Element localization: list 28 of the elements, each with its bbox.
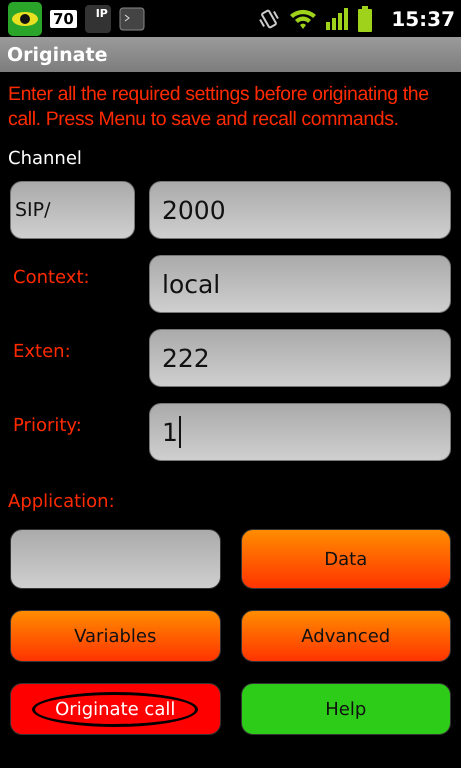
field-label: Exten: <box>12 340 72 362</box>
circled-label: Originate call <box>32 692 198 726</box>
wifi-icon <box>289 8 318 30</box>
blank-button[interactable] <box>10 529 220 589</box>
channel-field[interactable]: 2000 <box>149 181 451 239</box>
clock-time: 15:37 <box>391 6 455 30</box>
application-label: Application: <box>8 491 115 512</box>
window-title: Originate <box>7 44 108 66</box>
channel-prefix-field[interactable]: SIP/ <box>10 181 135 239</box>
terminal-icon <box>118 6 145 32</box>
signal-icon <box>325 8 350 30</box>
action-button[interactable]: Help <box>240 683 451 735</box>
input-field[interactable]: 1 <box>149 403 451 461</box>
channel-label: Channel <box>8 148 82 169</box>
notification-count: 70 <box>50 10 77 28</box>
action-button[interactable]: Variables <box>10 610 220 662</box>
field-label: Priority: <box>12 414 83 436</box>
action-button[interactable]: Originate call <box>10 683 220 735</box>
battery-icon <box>357 6 374 32</box>
phone-ip-icon: IP <box>84 4 111 32</box>
vibrate-icon <box>257 6 282 30</box>
input-field[interactable]: 222 <box>149 329 451 387</box>
instructions-text: Enter all the required settings before originating the call. Press Menu to save and recall commands. <box>8 82 430 132</box>
eye-app-icon <box>8 2 42 36</box>
input-field[interactable]: local <box>149 255 451 313</box>
action-button[interactable]: Data <box>240 529 451 589</box>
action-button[interactable]: Advanced <box>240 610 451 662</box>
field-label: Context: <box>12 266 91 288</box>
